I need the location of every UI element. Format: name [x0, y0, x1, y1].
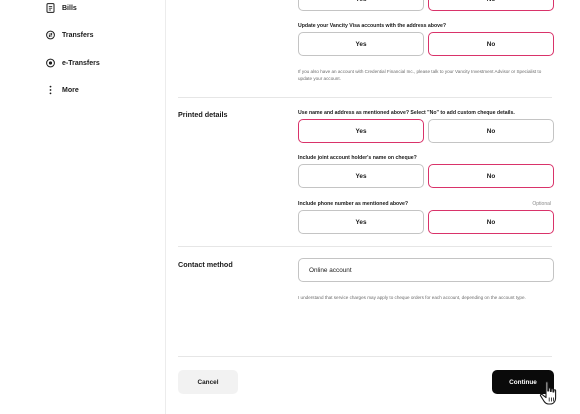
contact-method-title: Contact method [178, 260, 233, 269]
sidebar-item-label: Bills [62, 4, 77, 12]
optional-label: Optional [532, 201, 551, 207]
sidebar-item-label: More [62, 86, 79, 94]
section-divider [178, 246, 552, 247]
phone-number-yes-button[interactable]: Yes [298, 210, 424, 234]
section-divider [178, 97, 552, 98]
sidebar-item-label: Transfers [62, 31, 94, 39]
address-no-button[interactable]: No [428, 0, 554, 11]
service-charge-note: I understand that service charges may ap… [298, 295, 526, 300]
sidebar-item-label: e-Transfers [62, 59, 100, 67]
visa-question-label: Update your Vancity Visa accounts with t… [298, 23, 447, 29]
joint-holder-yes-button[interactable]: Yes [298, 164, 424, 188]
use-name-address-yes-button[interactable]: Yes [298, 119, 424, 143]
use-name-address-no-button[interactable]: No [428, 119, 554, 143]
phone-number-no-button[interactable]: No [428, 210, 554, 234]
joint-holder-question: Include joint account holder's name on c… [298, 155, 417, 161]
visa-yes-button[interactable]: Yes [298, 32, 424, 56]
transfer-icon [46, 30, 55, 40]
joint-holder-no-button[interactable]: No [428, 164, 554, 188]
phone-number-question: Include phone number as mentioned above? [298, 201, 409, 207]
continue-button[interactable]: Continue [492, 370, 554, 394]
credential-help-text: If you also have an account with Credent… [298, 69, 542, 81]
contact-method-select[interactable]: Online account [298, 258, 554, 282]
receipt-icon [46, 3, 55, 13]
use-name-address-question: Use name and address as mentioned above?… [298, 110, 515, 116]
address-yes-button[interactable]: Yes [298, 0, 424, 11]
cancel-button[interactable]: Cancel [178, 370, 238, 394]
section-divider [178, 356, 552, 357]
sidebar: Bills Transfers e-Transfers More [0, 0, 166, 414]
visa-no-button[interactable]: No [428, 32, 554, 56]
more-vertical-icon [46, 85, 55, 95]
etransfer-icon [46, 58, 55, 68]
printed-details-title: Printed details [178, 110, 228, 119]
